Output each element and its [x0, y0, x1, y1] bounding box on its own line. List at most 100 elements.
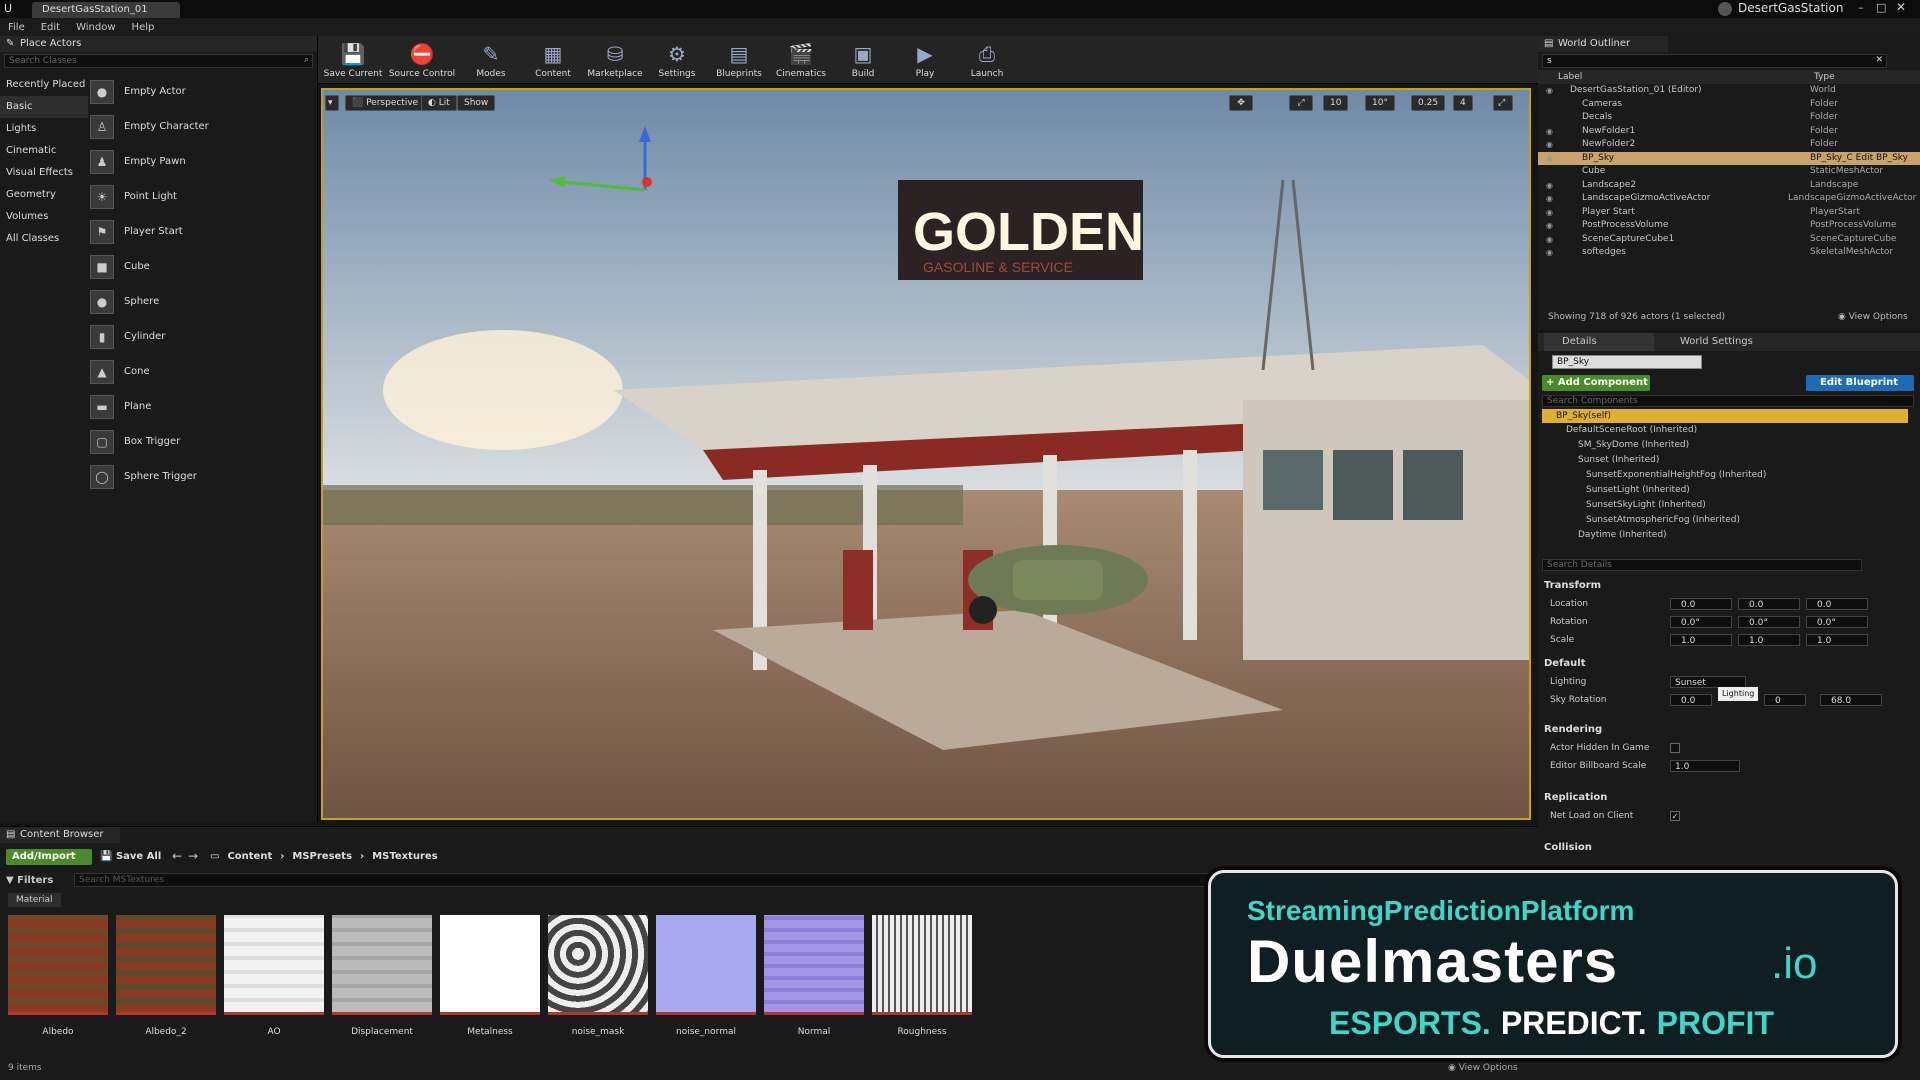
sky-rotation-x[interactable]: 0.0 — [1670, 694, 1712, 706]
outliner-row[interactable]: ◉ PostProcessVolume PostProcessVolume — [1538, 219, 1920, 233]
menu-help[interactable]: Help — [132, 22, 155, 33]
component-item[interactable]: DefaultSceneRoot (Inherited) — [1542, 423, 1908, 438]
net-load-checkbox[interactable]: ✓ — [1670, 811, 1680, 821]
category-visual-effects[interactable]: Visual Effects — [0, 162, 88, 184]
tab-world-settings[interactable]: World Settings — [1662, 333, 1753, 351]
scale-snap-value[interactable]: 0.25 — [1411, 95, 1446, 111]
content-browser-tab[interactable]: ▤ Content Browser — [0, 827, 120, 843]
close-icon[interactable]: ✕ — [1896, 0, 1906, 14]
breadcrumb-mstextures[interactable]: MSTextures — [372, 851, 437, 862]
asset-thumbnail-noise-normal[interactable] — [656, 915, 756, 1015]
build-button[interactable]: ▣ Build — [832, 36, 894, 84]
outliner-row-selected[interactable]: ◉ BP_Sky BP_Sky_C Edit BP_Sky — [1538, 151, 1920, 166]
location-z[interactable]: 0.0 — [1806, 598, 1868, 610]
component-item[interactable]: SunsetSkyLight (Inherited) — [1542, 498, 1908, 513]
actor-item[interactable]: ▬ Plane — [90, 389, 314, 424]
breadcrumb-mspresets[interactable]: MSPresets — [292, 851, 352, 862]
location-y[interactable]: 0.0 — [1738, 598, 1800, 610]
actor-hidden-checkbox[interactable] — [1670, 743, 1680, 753]
visibility-eye-icon[interactable]: ◉ — [1546, 206, 1553, 220]
category-cinematic[interactable]: Cinematic — [0, 140, 88, 162]
component-item[interactable]: SunsetLight (Inherited) — [1542, 483, 1908, 498]
column-type[interactable]: Type — [1814, 70, 1835, 84]
component-item[interactable]: Daytime (Inherited) — [1542, 528, 1908, 543]
asset-thumbnail-noise-mask[interactable] — [548, 915, 648, 1015]
outliner-row[interactable]: ◉ SceneCaptureCube1 SceneCaptureCube — [1538, 233, 1920, 247]
perspective-button[interactable]: ⬛ Perspective — [345, 95, 426, 111]
clear-search-icon[interactable]: ✕ — [1875, 54, 1883, 66]
marketplace-button[interactable]: ⛁ Marketplace — [584, 36, 646, 84]
breadcrumb-content[interactable]: Content — [227, 851, 272, 862]
add-component-button[interactable]: + Add Component — [1542, 375, 1650, 391]
outliner-row[interactable]: ◉ Landscape2 Landscape — [1538, 179, 1920, 193]
component-item[interactable]: SunsetExponentialHeightFog (Inherited) — [1542, 468, 1908, 483]
outliner-row[interactable]: ◉ NewFolder2 Folder — [1538, 138, 1920, 152]
visibility-eye-icon[interactable]: ◉ — [1546, 246, 1553, 260]
scale-x[interactable]: 1.0 — [1670, 634, 1732, 646]
filters-button[interactable]: ▼ Filters — [6, 875, 53, 886]
actor-item[interactable]: ♟ Empty Pawn — [90, 144, 314, 179]
component-item[interactable]: SunsetAtmosphericFog (Inherited) — [1542, 513, 1908, 528]
actor-item[interactable]: ☀ Point Light — [90, 179, 314, 214]
outliner-row[interactable]: Cube StaticMeshActor — [1538, 165, 1920, 179]
component-self[interactable]: BP_Sky(self) — [1542, 409, 1908, 423]
play-button[interactable]: ▶ Play — [894, 36, 956, 84]
visibility-eye-icon[interactable]: ◉ — [1546, 84, 1553, 98]
sky-rotation-z[interactable]: 68.0 — [1820, 694, 1882, 706]
outliner-search-input[interactable]: s ✕ — [1542, 54, 1887, 68]
add-import-button[interactable]: Add/Import — [6, 849, 92, 865]
outliner-row[interactable]: Decals Folder — [1538, 111, 1920, 125]
level-tab[interactable]: DesertGasStation_01 — [32, 2, 180, 18]
actor-item[interactable]: ● Empty Actor — [90, 74, 314, 109]
category-lights[interactable]: Lights — [0, 118, 88, 140]
section-replication[interactable]: Replication — [1538, 789, 1908, 807]
location-x[interactable]: 0.0 — [1670, 598, 1732, 610]
save-current-button[interactable]: 💾 Save Current — [322, 36, 384, 84]
asset-thumbnail-albedo[interactable] — [8, 915, 108, 1015]
level-viewport[interactable]: GOLDEN GASOLINE & SERVICE ▾ ⬛ Perspectiv… — [321, 88, 1531, 820]
minimize-icon[interactable]: – — [1858, 1, 1864, 14]
actor-item[interactable]: ▲ Cone — [90, 354, 314, 389]
outliner-row[interactable]: ◉ softedges SkeletalMeshActor — [1538, 246, 1920, 260]
search-classes-input[interactable]: Search Classes ⌕ — [4, 54, 313, 68]
filter-tag-material[interactable]: Material — [8, 893, 61, 907]
menu-file[interactable]: File — [8, 22, 25, 33]
translate-icon[interactable]: ✥ — [1229, 95, 1253, 111]
visibility-eye-icon[interactable]: ◉ — [1546, 138, 1553, 152]
launch-button[interactable]: ⎙ Launch — [956, 36, 1018, 84]
category-all-classes[interactable]: All Classes — [0, 228, 88, 250]
search-components-input[interactable]: Search Components — [1542, 395, 1914, 407]
camera-speed-value[interactable]: 4 — [1453, 95, 1473, 111]
outliner-view-options[interactable]: ◉ View Options — [1838, 312, 1908, 322]
scale-z[interactable]: 1.0 — [1806, 634, 1868, 646]
section-rendering[interactable]: Rendering — [1538, 721, 1908, 739]
source-control-icon[interactable] — [1718, 2, 1732, 16]
outliner-row[interactable]: ◉ NewFolder1 Folder — [1538, 125, 1920, 139]
rotation-x[interactable]: 0.0° — [1670, 616, 1732, 628]
component-item[interactable]: SM_SkyDome (Inherited) — [1542, 438, 1908, 453]
source-control-button[interactable]: ⛔ Source Control — [384, 36, 460, 84]
tab-details[interactable]: Details — [1544, 333, 1654, 351]
place-actors-tab[interactable]: ✎ Place Actors — [0, 36, 317, 52]
viewport-options-button[interactable]: ▾ — [325, 95, 339, 111]
component-item[interactable]: Sunset (Inherited) — [1542, 453, 1908, 468]
maximize-icon[interactable]: □ — [1876, 1, 1886, 14]
visibility-eye-icon[interactable]: ◉ — [1546, 192, 1553, 206]
scale-icon[interactable]: ⤢ — [1289, 95, 1313, 111]
category-basic[interactable]: Basic — [0, 96, 88, 118]
rotation-z[interactable]: 0.0° — [1806, 616, 1868, 628]
scale-y[interactable]: 1.0 — [1738, 634, 1800, 646]
category-volumes[interactable]: Volumes — [0, 206, 88, 228]
rotation-snap-value[interactable]: 10° — [1365, 95, 1395, 111]
actor-item[interactable]: ▮ Cylinder — [90, 319, 314, 354]
modes-button[interactable]: ✎ Modes — [460, 36, 522, 84]
section-transform[interactable]: Transform — [1538, 577, 1908, 595]
visibility-eye-icon[interactable]: ◉ — [1546, 152, 1553, 166]
outliner-row[interactable]: ◉ DesertGasStation_01 (Editor) World — [1538, 84, 1920, 98]
category-recently-placed[interactable]: Recently Placed — [0, 74, 88, 96]
visibility-eye-icon[interactable]: ◉ — [1546, 219, 1553, 233]
world-outliner-tab[interactable]: ▤ World Outliner — [1538, 36, 1668, 52]
outliner-row[interactable]: ◉ Player Start PlayerStart — [1538, 206, 1920, 220]
actor-item[interactable]: ■ Cube — [90, 249, 314, 284]
actor-item[interactable]: ▢ Box Trigger — [90, 424, 314, 459]
